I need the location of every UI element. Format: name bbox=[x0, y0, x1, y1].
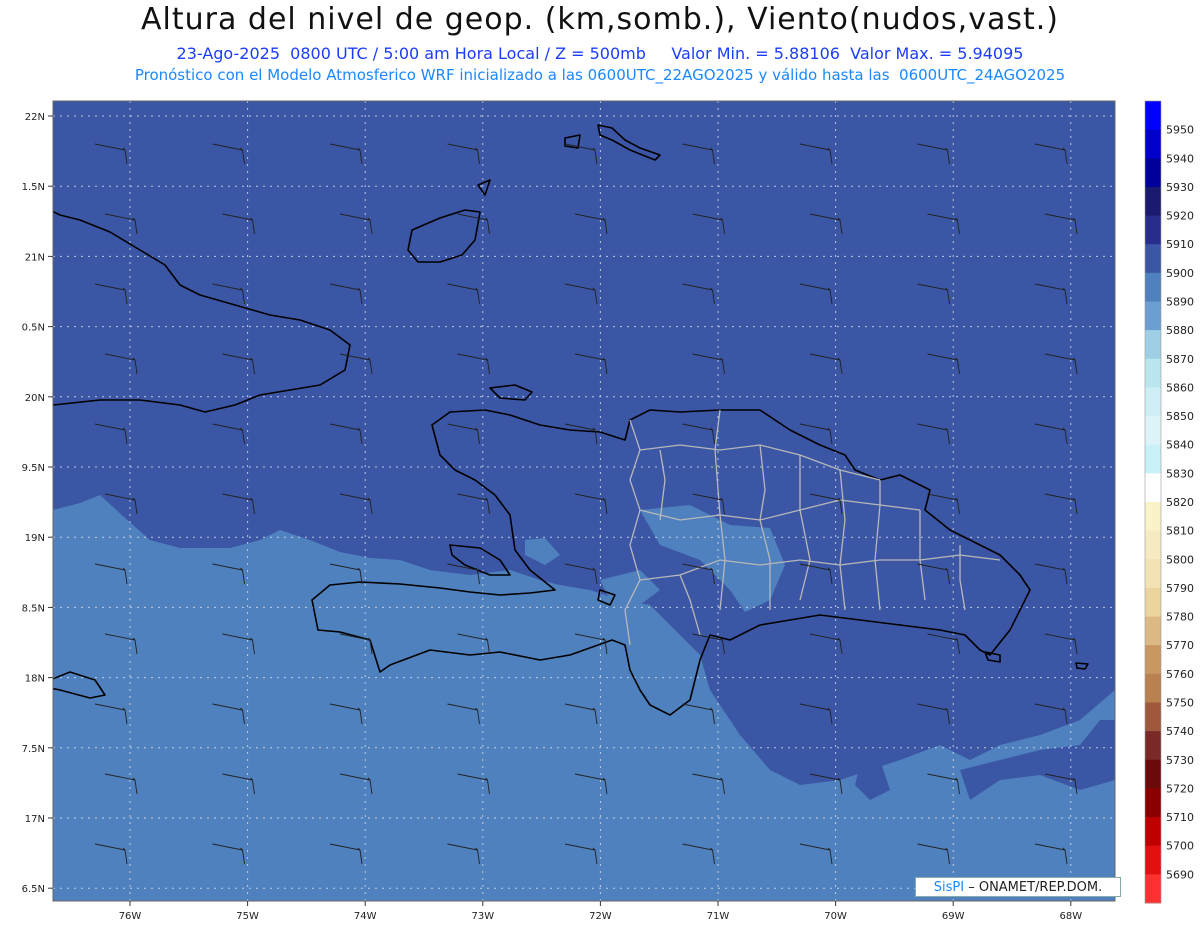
colorbar-swatch bbox=[1145, 788, 1161, 818]
colorbar-label: 5920 bbox=[1166, 210, 1194, 223]
colorbar-swatch bbox=[1145, 645, 1161, 675]
lon-label: 72W bbox=[589, 911, 612, 922]
colorbar-swatch bbox=[1145, 186, 1161, 217]
lon-label: 73W bbox=[471, 911, 494, 922]
colorbar-label: 5910 bbox=[1166, 238, 1194, 251]
colorbar-label: 5790 bbox=[1166, 582, 1194, 595]
lon-label: 74W bbox=[354, 911, 377, 922]
colorbar-label: 5710 bbox=[1166, 811, 1194, 824]
colorbar-label: 5830 bbox=[1166, 467, 1194, 480]
longitude-axis: 76W 75W 74W 73W 72W 71W 70W 69W 68W bbox=[119, 901, 1082, 922]
colorbar-label: 5950 bbox=[1166, 124, 1194, 137]
colorbar-label: 5860 bbox=[1166, 381, 1194, 394]
colorbar-swatch bbox=[1145, 731, 1161, 761]
colorbar-swatch bbox=[1145, 358, 1161, 388]
colorbar-label: 5820 bbox=[1166, 496, 1194, 509]
colorbar-swatch bbox=[1145, 702, 1161, 732]
lat-label: 8.5N bbox=[22, 603, 45, 614]
lat-label: 1.5N bbox=[22, 182, 45, 193]
colorbar-label: 5930 bbox=[1166, 181, 1194, 194]
colorbar-label: 5750 bbox=[1166, 697, 1194, 710]
colorbar-swatch bbox=[1145, 845, 1161, 875]
colorbar-swatch bbox=[1145, 416, 1161, 446]
colorbar-swatch bbox=[1145, 101, 1161, 131]
lat-label: 18N bbox=[25, 674, 45, 685]
colorbar-label: 5840 bbox=[1166, 439, 1194, 452]
latitude-axis: 22N 1.5N 21N 0.5N 20N 9.5N 19N 8.5N 18N 7.5N 17N 6.… bbox=[22, 112, 53, 895]
colorbar-swatch bbox=[1145, 616, 1161, 646]
lon-label: 68W bbox=[1059, 911, 1082, 922]
lat-label: 22N bbox=[25, 112, 45, 123]
colorbar-swatch bbox=[1145, 473, 1161, 503]
colorbar-swatch bbox=[1145, 158, 1161, 188]
colorbar-label: 5780 bbox=[1166, 611, 1194, 624]
colorbar-label: 5770 bbox=[1166, 639, 1194, 652]
colorbar-label: 5940 bbox=[1166, 152, 1194, 165]
colorbar-swatch bbox=[1145, 587, 1161, 618]
colorbar-swatch bbox=[1145, 673, 1161, 703]
colorbar-swatch bbox=[1145, 129, 1161, 159]
lat-label: 20N bbox=[25, 393, 45, 404]
lat-label: 6.5N bbox=[22, 884, 45, 895]
colorbar-swatch bbox=[1145, 272, 1161, 302]
lon-label: 69W bbox=[942, 911, 965, 922]
colorbar-swatch bbox=[1145, 502, 1161, 532]
lat-label: 0.5N bbox=[22, 323, 45, 334]
colorbar-label: 5880 bbox=[1166, 324, 1194, 337]
colorbar-label: 5900 bbox=[1166, 267, 1194, 280]
colorbar-label: 5740 bbox=[1166, 725, 1194, 738]
lon-label: 75W bbox=[236, 911, 259, 922]
colorbar-label: 5730 bbox=[1166, 754, 1194, 767]
lat-label: 21N bbox=[25, 252, 45, 263]
lon-label: 76W bbox=[119, 911, 142, 922]
colorbar-swatch bbox=[1145, 444, 1161, 474]
lon-label: 71W bbox=[707, 911, 730, 922]
colorbar-swatch bbox=[1145, 330, 1161, 360]
colorbar-label: 5760 bbox=[1166, 668, 1194, 681]
lat-label: 9.5N bbox=[22, 463, 45, 474]
lon-label: 70W bbox=[824, 911, 847, 922]
lat-label: 7.5N bbox=[22, 744, 45, 755]
colorbar-swatch bbox=[1145, 530, 1161, 560]
colorbar-label: 5850 bbox=[1166, 410, 1194, 423]
colorbar-label: 5690 bbox=[1166, 868, 1194, 881]
colorbar-swatch bbox=[1145, 759, 1161, 789]
credit-box: SisPI – ONAMET/REP.DOM. bbox=[915, 877, 1121, 897]
colorbar-label: 5890 bbox=[1166, 296, 1194, 309]
colorbar-swatch bbox=[1145, 301, 1161, 331]
colorbar-swatch bbox=[1145, 387, 1161, 417]
colorbar-label: 5720 bbox=[1166, 782, 1194, 795]
credit-brand: SisPI bbox=[933, 880, 965, 895]
colorbar-swatch bbox=[1145, 874, 1161, 904]
map-canvas: 22N 1.5N 21N 0.5N 20N 9.5N 19N 8.5N 18N 7.5N 17N 6.… bbox=[22, 100, 1194, 922]
colorbar-swatch bbox=[1145, 215, 1161, 245]
lat-label: 19N bbox=[25, 533, 45, 544]
colorbar-label: 5870 bbox=[1166, 353, 1194, 366]
colorbar: 5950 5940 5930 5920 5910 5900 5890 5880 5870 5860… bbox=[1144, 100, 1194, 904]
colorbar-swatch bbox=[1145, 817, 1161, 847]
colorbar-label: 5700 bbox=[1166, 840, 1194, 853]
lat-label: 17N bbox=[25, 814, 45, 825]
credit-text: – ONAMET/REP.DOM. bbox=[968, 880, 1103, 895]
colorbar-label: 5800 bbox=[1166, 553, 1194, 566]
colorbar-swatch bbox=[1145, 244, 1161, 274]
colorbar-label: 5810 bbox=[1166, 525, 1194, 538]
colorbar-swatch bbox=[1145, 559, 1161, 589]
